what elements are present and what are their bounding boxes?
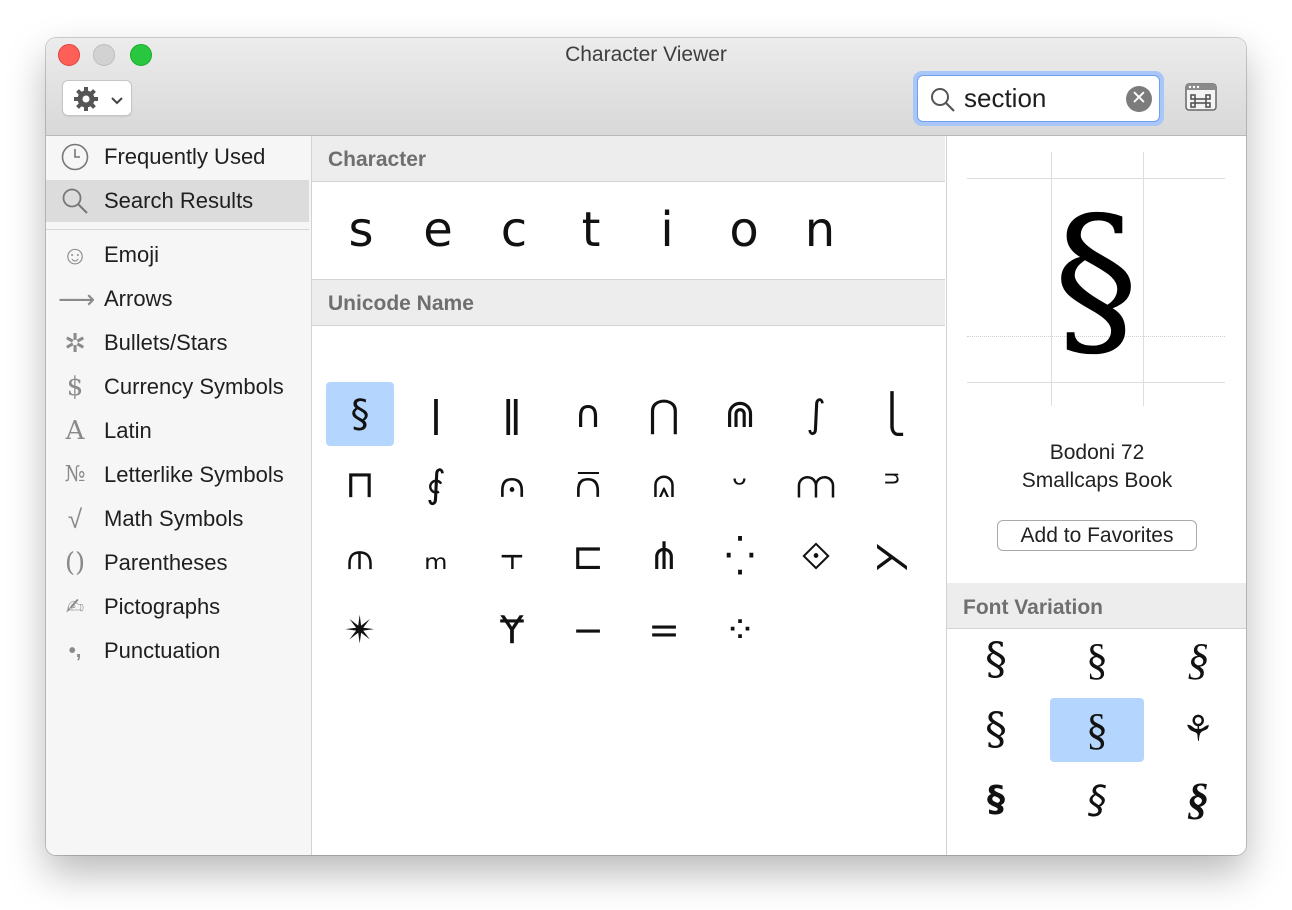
punctuation-icon: •, bbox=[68, 640, 82, 662]
letter-a-icon: A bbox=[65, 416, 85, 446]
clock-icon bbox=[58, 140, 92, 174]
glyph-cell[interactable] bbox=[402, 598, 470, 662]
glyph-cell[interactable]: ⊏ bbox=[554, 524, 622, 588]
chevron-down-icon bbox=[110, 93, 124, 111]
asterisk-icon: ✲ bbox=[64, 328, 86, 358]
square-root-icon: √ bbox=[67, 504, 83, 534]
glyph-cell[interactable]: ǀ bbox=[402, 382, 470, 446]
character-section-header: Character bbox=[312, 136, 945, 182]
baseline-guide bbox=[967, 382, 1225, 383]
glyph-cell[interactable]: ₘ bbox=[402, 524, 470, 588]
glyph-cell[interactable]: ⎩ bbox=[858, 382, 926, 446]
character-cell[interactable]: t bbox=[561, 202, 621, 258]
search-icon bbox=[930, 87, 956, 118]
baseline-guide bbox=[967, 178, 1225, 179]
glyph-cell[interactable]: ⁘ bbox=[706, 598, 774, 662]
font-variation-cell-selected[interactable]: § bbox=[1050, 698, 1144, 762]
glyph-cell[interactable]: ∩ bbox=[554, 382, 622, 446]
character-cell[interactable]: s bbox=[331, 202, 391, 258]
search-field[interactable]: ✕ bbox=[917, 75, 1160, 122]
magnifier-icon bbox=[58, 184, 92, 218]
sidebar-item-punctuation[interactable]: •, Punctuation bbox=[46, 630, 309, 672]
numero-icon: № bbox=[64, 462, 86, 487]
sidebar-item-frequently-used[interactable]: Frequently Used bbox=[46, 136, 309, 178]
glyph-cell[interactable]: ⫙ bbox=[326, 524, 394, 588]
font-name: Bodoni 72 Smallcaps Book bbox=[947, 439, 1246, 495]
sidebar-item-latin[interactable]: A Latin bbox=[46, 410, 309, 452]
sidebar-item-letterlike-symbols[interactable]: № Letterlike Symbols bbox=[46, 454, 309, 496]
glyph-cell[interactable]: ᵙ bbox=[858, 452, 926, 516]
sidebar-item-parentheses[interactable]: () Parentheses bbox=[46, 542, 309, 584]
glyph-cell-selected[interactable]: § bbox=[326, 382, 394, 446]
character-cell[interactable]: i bbox=[637, 202, 697, 258]
glyph-cell[interactable]: ⨐ bbox=[402, 452, 470, 516]
font-variation-cell[interactable]: § bbox=[1050, 628, 1144, 692]
arrow-icon: ⟶ bbox=[58, 284, 96, 314]
font-name-line2: Smallcaps Book bbox=[1021, 469, 1173, 492]
font-variation-section-header: Font Variation bbox=[947, 583, 1246, 629]
character-detail-panel: § Bodoni 72 Smallcaps Book Add to Favori… bbox=[946, 136, 1246, 855]
sidebar-item-search-results[interactable]: Search Results bbox=[46, 180, 309, 222]
character-list-panel: Character s e c t i o n Unicode Name § ǀ… bbox=[312, 136, 945, 855]
font-variation-cell[interactable]: ⚘ bbox=[1151, 698, 1245, 762]
unicode-name-section-header: Unicode Name bbox=[312, 280, 945, 326]
sidebar-item-emoji[interactable]: ☺ Emoji bbox=[46, 234, 309, 276]
glyph-cell[interactable]: ǁ bbox=[478, 382, 546, 446]
font-variation-cell[interactable]: § bbox=[949, 768, 1043, 832]
glyph-cell[interactable]: ⩃ bbox=[554, 452, 622, 516]
glyph-cell[interactable]: ⋔ bbox=[630, 524, 698, 588]
glyph-cell[interactable]: ⋂ bbox=[630, 382, 698, 446]
dollar-icon: $ bbox=[66, 372, 84, 402]
glyph-cell[interactable]: ⊓ bbox=[326, 452, 394, 516]
font-variation-cell[interactable]: § bbox=[1151, 628, 1245, 692]
keyboard-viewer-icon[interactable] bbox=[1185, 83, 1217, 111]
glyph-cell[interactable]: Ɏ bbox=[478, 598, 546, 662]
glyph-cell[interactable]: − bbox=[554, 598, 622, 662]
sidebar-divider bbox=[46, 229, 309, 230]
window-title: Character Viewer bbox=[565, 43, 727, 66]
glyph-cell[interactable]: ⩀ bbox=[478, 452, 546, 516]
glyph-cell[interactable]: ᵕ bbox=[706, 452, 774, 516]
sidebar-item-arrows[interactable]: ⟶ Arrows bbox=[46, 278, 309, 320]
font-name-line1: Bodoni 72 bbox=[1049, 441, 1145, 464]
character-cell[interactable]: e bbox=[408, 202, 468, 258]
character-preview: § bbox=[967, 152, 1225, 410]
sidebar-item-pictographs[interactable]: ✍ Pictographs bbox=[46, 586, 309, 628]
glyph-cell[interactable]: ✴ bbox=[326, 598, 394, 662]
category-sidebar: Frequently Used Search Results ☺ Emoji ⟶… bbox=[46, 136, 312, 855]
glyph-cell[interactable]: ⋋ bbox=[858, 524, 926, 588]
glyph-cell[interactable]: ⩋ bbox=[782, 452, 850, 516]
glyph-cell[interactable]: ⁛ bbox=[706, 524, 774, 588]
preview-glyph: § bbox=[1053, 181, 1139, 379]
character-cell[interactable]: c bbox=[484, 202, 544, 258]
search-field-focus-ring: ✕ bbox=[913, 71, 1164, 126]
character-row: s e c t i o n bbox=[312, 182, 945, 280]
glyph-cell[interactable]: ⩄ bbox=[630, 452, 698, 516]
font-variation-cell[interactable]: § bbox=[949, 698, 1043, 762]
glyph-cell[interactable]: ∫ bbox=[782, 382, 850, 446]
clear-search-icon[interactable]: ✕ bbox=[1126, 86, 1152, 112]
character-viewer-window: Character Viewer section ✕ Frequently Us… bbox=[46, 38, 1246, 855]
font-variation-cell[interactable]: § bbox=[1151, 768, 1245, 832]
sidebar-item-currency-symbols[interactable]: $ Currency Symbols bbox=[46, 366, 309, 408]
glyph-cell[interactable]: = bbox=[630, 598, 698, 662]
glyph-cell[interactable]: ⫟ bbox=[478, 524, 546, 588]
sidebar-item-bullets-stars[interactable]: ✲ Bullets/Stars bbox=[46, 322, 309, 364]
character-cell[interactable]: n bbox=[790, 202, 850, 258]
character-cell[interactable]: o bbox=[714, 202, 774, 258]
sidebar-item-math-symbols[interactable]: √ Math Symbols bbox=[46, 498, 309, 540]
gear-icon bbox=[73, 86, 101, 117]
font-variation-cell[interactable]: § bbox=[1050, 768, 1144, 832]
smiley-icon: ☺ bbox=[61, 240, 89, 270]
action-menu-button[interactable] bbox=[62, 80, 132, 116]
parentheses-icon: () bbox=[64, 548, 86, 578]
glyph-cell[interactable]: ⟐ bbox=[782, 524, 850, 588]
font-variation-cell[interactable]: § bbox=[949, 628, 1043, 692]
writing-hand-icon: ✍ bbox=[65, 594, 85, 619]
add-to-favorites-button[interactable]: Add to Favorites bbox=[997, 520, 1197, 551]
glyph-cell[interactable]: ⋒ bbox=[706, 382, 774, 446]
title-bar: Character Viewer section ✕ bbox=[46, 38, 1246, 136]
search-input[interactable] bbox=[964, 82, 1114, 114]
